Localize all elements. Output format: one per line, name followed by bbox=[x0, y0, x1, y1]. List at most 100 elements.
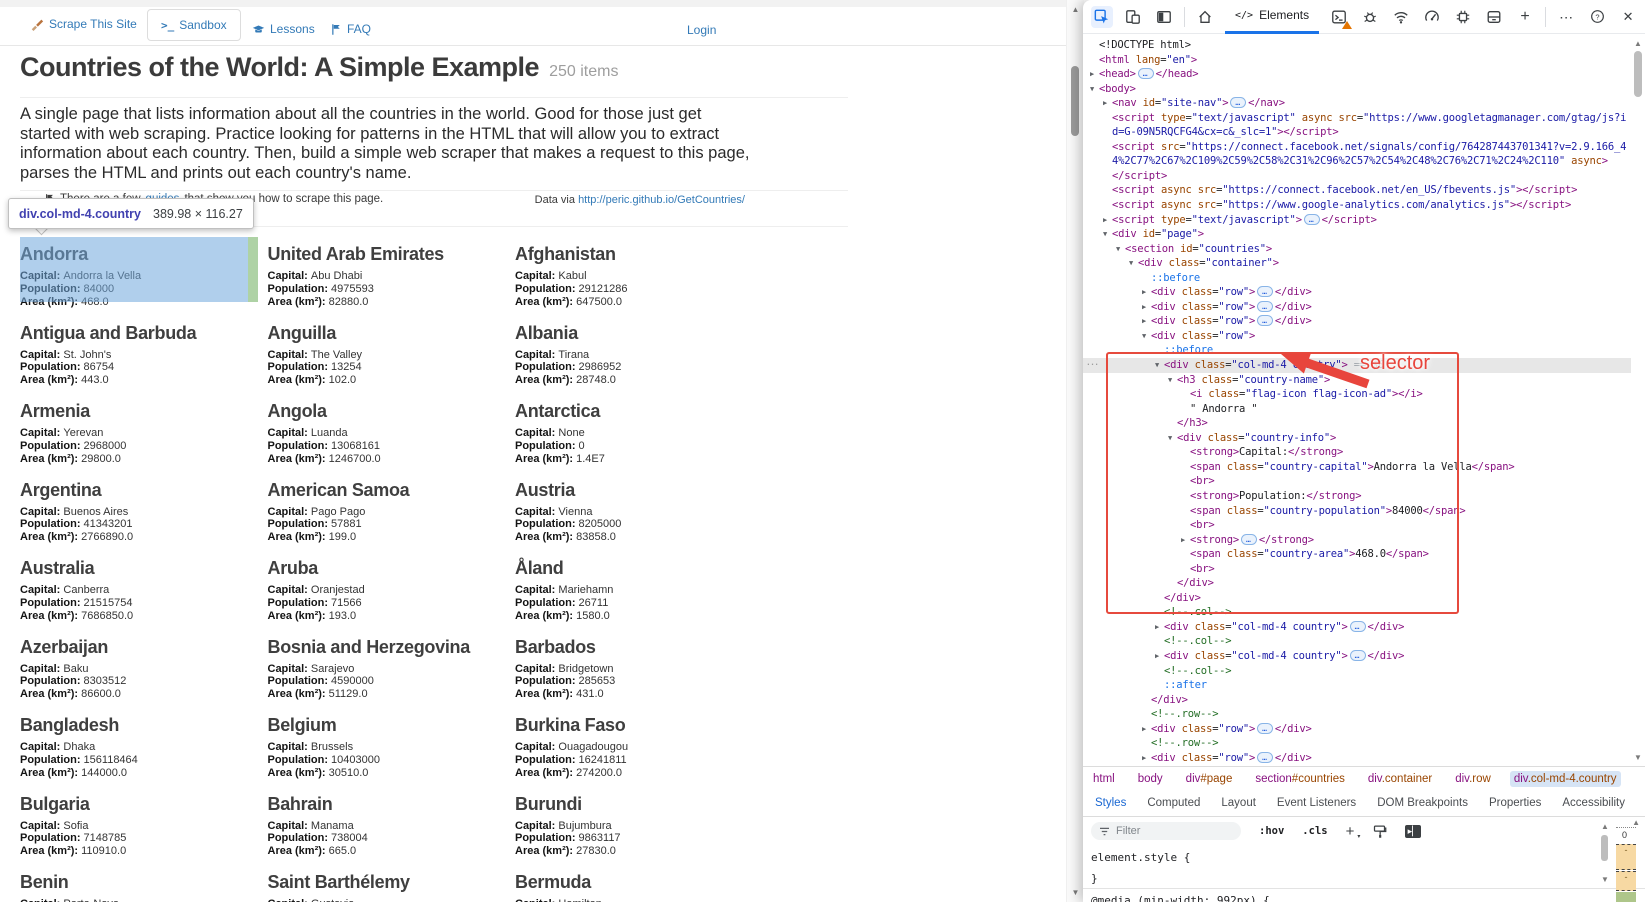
tree-line[interactable]: </div> bbox=[1083, 576, 1631, 591]
breadcrumb-item[interactable]: section#countries bbox=[1251, 771, 1349, 787]
tree-line[interactable]: ▶<div class="col-md-4 country">…</div> bbox=[1083, 649, 1631, 664]
tree-line[interactable]: ::before bbox=[1083, 343, 1631, 358]
tree-line[interactable]: ▼<div class="row"> bbox=[1083, 329, 1631, 344]
element-style-rule-close[interactable]: } bbox=[1091, 872, 1098, 885]
node-menu-dots[interactable]: … bbox=[1086, 353, 1100, 368]
inline-expand-icon[interactable]: … bbox=[1304, 214, 1320, 225]
home-icon[interactable] bbox=[1194, 6, 1216, 28]
panel-tab-computed[interactable]: Computed bbox=[1147, 797, 1200, 809]
add-tab-icon[interactable]: + bbox=[1514, 6, 1536, 28]
tree-line[interactable]: <br> bbox=[1083, 474, 1631, 489]
tree-line[interactable]: ▶<strong>…</strong> bbox=[1083, 533, 1631, 548]
collapse-arrow-icon[interactable]: ▼ bbox=[1152, 358, 1162, 373]
pseudo-state-button[interactable]: :hov bbox=[1259, 825, 1284, 837]
tree-line[interactable]: ::after bbox=[1083, 678, 1631, 693]
tree-scrollbar[interactable]: ▲ ▼ bbox=[1631, 35, 1645, 766]
scroll-down-icon[interactable]: ▼ bbox=[1601, 875, 1609, 884]
application-icon[interactable] bbox=[1483, 6, 1505, 28]
element-style-rule-open[interactable]: element.style { bbox=[1091, 851, 1190, 864]
panel-tab-layout[interactable]: Layout bbox=[1221, 797, 1256, 809]
breadcrumb-item[interactable]: div.row bbox=[1451, 771, 1495, 787]
tree-line[interactable]: ▶<div class="row">…</div> bbox=[1083, 285, 1631, 300]
breadcrumb-item[interactable]: div.col-md-4.country bbox=[1510, 771, 1621, 787]
tree-line[interactable]: </script> bbox=[1083, 169, 1631, 184]
page-scrollbar[interactable]: ▲ ▼ bbox=[1066, 0, 1084, 902]
styles-filter-input[interactable]: Filter bbox=[1091, 822, 1241, 840]
inspect-icon[interactable] bbox=[1091, 6, 1113, 28]
tree-line[interactable]: ▶<nav id="site-nav">…</nav> bbox=[1083, 96, 1631, 111]
expand-arrow-icon[interactable]: ▶ bbox=[1139, 285, 1149, 300]
expand-arrow-icon[interactable]: ▶ bbox=[1152, 620, 1162, 635]
tab-elements[interactable]: </> Elements bbox=[1225, 0, 1319, 34]
tree-line[interactable]: ▶<div class="row">…</div> bbox=[1083, 314, 1631, 329]
tree-line[interactable]: <span class="country-area">468.0</span> bbox=[1083, 547, 1631, 562]
panel-tab-event-listeners[interactable]: Event Listeners bbox=[1277, 797, 1356, 809]
clipped-css-rule[interactable]: @media (min-width: 992px) { bbox=[1091, 894, 1270, 902]
tree-line[interactable]: ::before bbox=[1083, 271, 1631, 286]
tree-line[interactable]: d=G-09N5RQCFG4&cx=c&_slc=1"></script> bbox=[1083, 125, 1631, 140]
collapse-arrow-icon[interactable]: ▼ bbox=[1126, 256, 1136, 271]
tree-line[interactable]: </div> bbox=[1083, 693, 1631, 708]
tree-line[interactable]: </h3> bbox=[1083, 416, 1631, 431]
tree-line[interactable]: <!--.col--> bbox=[1083, 664, 1631, 679]
breadcrumb-item[interactable]: div.container bbox=[1364, 771, 1436, 787]
panel-tab-dom-breakpoints[interactable]: DOM Breakpoints bbox=[1377, 797, 1468, 809]
inline-expand-icon[interactable]: … bbox=[1241, 534, 1257, 545]
tree-line[interactable]: ▼<h3 class="country-name"> bbox=[1083, 373, 1631, 388]
expand-arrow-icon[interactable]: ▶ bbox=[1100, 96, 1110, 111]
tree-line-selected[interactable]: ▼<div class="col-md-4 country"> == $0 bbox=[1083, 358, 1631, 373]
expand-arrow-icon[interactable]: ▶ bbox=[1087, 67, 1097, 82]
marker-block-green[interactable] bbox=[1616, 892, 1636, 902]
marker-block[interactable]: - bbox=[1616, 871, 1636, 891]
expand-arrow-icon[interactable]: ▶ bbox=[1139, 751, 1149, 766]
tree-line[interactable]: <script async src="https://connect.faceb… bbox=[1083, 183, 1631, 198]
tree-line[interactable]: <span class="country-population">84000</… bbox=[1083, 504, 1631, 519]
collapse-arrow-icon[interactable]: ▼ bbox=[1100, 227, 1110, 242]
inline-expand-icon[interactable]: … bbox=[1138, 68, 1154, 79]
new-style-rule-icon[interactable]: + bbox=[1346, 823, 1355, 840]
tree-line[interactable]: " Andorra " bbox=[1083, 402, 1631, 417]
tree-line[interactable]: <i class="flag-icon flag-icon-ad"></i> bbox=[1083, 387, 1631, 402]
tree-line[interactable]: ▶<div class="row">…</div> bbox=[1083, 751, 1631, 766]
marker-block[interactable]: - bbox=[1616, 844, 1636, 870]
inline-expand-icon[interactable]: … bbox=[1230, 97, 1246, 108]
close-icon[interactable]: ✕ bbox=[1617, 6, 1639, 28]
panel-tab-properties[interactable]: Properties bbox=[1489, 797, 1541, 809]
tree-line[interactable]: <html lang="en"> bbox=[1083, 53, 1631, 68]
scroll-down-icon[interactable]: ▼ bbox=[1631, 753, 1645, 762]
tree-line[interactable]: <script src="https://connect.facebook.ne… bbox=[1083, 140, 1631, 155]
inline-expand-icon[interactable]: … bbox=[1257, 286, 1273, 297]
tree-line[interactable]: <strong>Capital:</strong> bbox=[1083, 445, 1631, 460]
collapse-arrow-icon[interactable]: ▼ bbox=[1113, 242, 1123, 257]
tree-line[interactable]: <!--.col--> bbox=[1083, 605, 1631, 620]
scroll-down-icon[interactable]: ▼ bbox=[1067, 888, 1084, 897]
tree-line[interactable]: ▼<body> bbox=[1083, 82, 1631, 97]
performance-icon[interactable] bbox=[1421, 6, 1443, 28]
styles-scrollbar[interactable]: ▲ ▼ bbox=[1598, 822, 1611, 884]
paint-tool-icon[interactable] bbox=[1372, 824, 1387, 839]
breadcrumb-item[interactable]: body bbox=[1134, 771, 1167, 787]
element-class-button[interactable]: .cls bbox=[1302, 825, 1327, 837]
tree-line[interactable]: <strong>Population:</strong> bbox=[1083, 489, 1631, 504]
inline-expand-icon[interactable]: … bbox=[1350, 650, 1366, 661]
styles-scrollbar-thumb[interactable] bbox=[1601, 835, 1608, 861]
more-options-icon[interactable]: ⋯ bbox=[1555, 6, 1577, 28]
tree-line[interactable]: </div> bbox=[1083, 591, 1631, 606]
tree-line[interactable]: <br> bbox=[1083, 562, 1631, 577]
issues-icon[interactable] bbox=[1359, 6, 1381, 28]
device-emulation-icon[interactable] bbox=[1122, 6, 1144, 28]
tree-line[interactable]: ▶<head>…</head> bbox=[1083, 67, 1631, 82]
console-icon[interactable] bbox=[1328, 6, 1350, 28]
inline-expand-icon[interactable]: … bbox=[1350, 621, 1366, 632]
inline-expand-icon[interactable]: … bbox=[1257, 301, 1273, 312]
help-icon[interactable]: ? bbox=[1586, 6, 1608, 28]
tree-line[interactable]: ▼<div class="country-info"> bbox=[1083, 431, 1631, 446]
tree-line[interactable]: <!--.col--> bbox=[1083, 634, 1631, 649]
tree-line[interactable]: <!--.row--> bbox=[1083, 736, 1631, 751]
tree-line[interactable]: ▼<div class="container"> bbox=[1083, 256, 1631, 271]
network-icon[interactable] bbox=[1390, 6, 1412, 28]
page-scrollbar-thumb[interactable] bbox=[1071, 66, 1079, 136]
tree-line[interactable]: ▶<div class="col-md-4 country">…</div> bbox=[1083, 620, 1631, 635]
collapse-arrow-icon[interactable]: ▼ bbox=[1087, 82, 1097, 97]
inline-expand-icon[interactable]: … bbox=[1257, 315, 1273, 326]
